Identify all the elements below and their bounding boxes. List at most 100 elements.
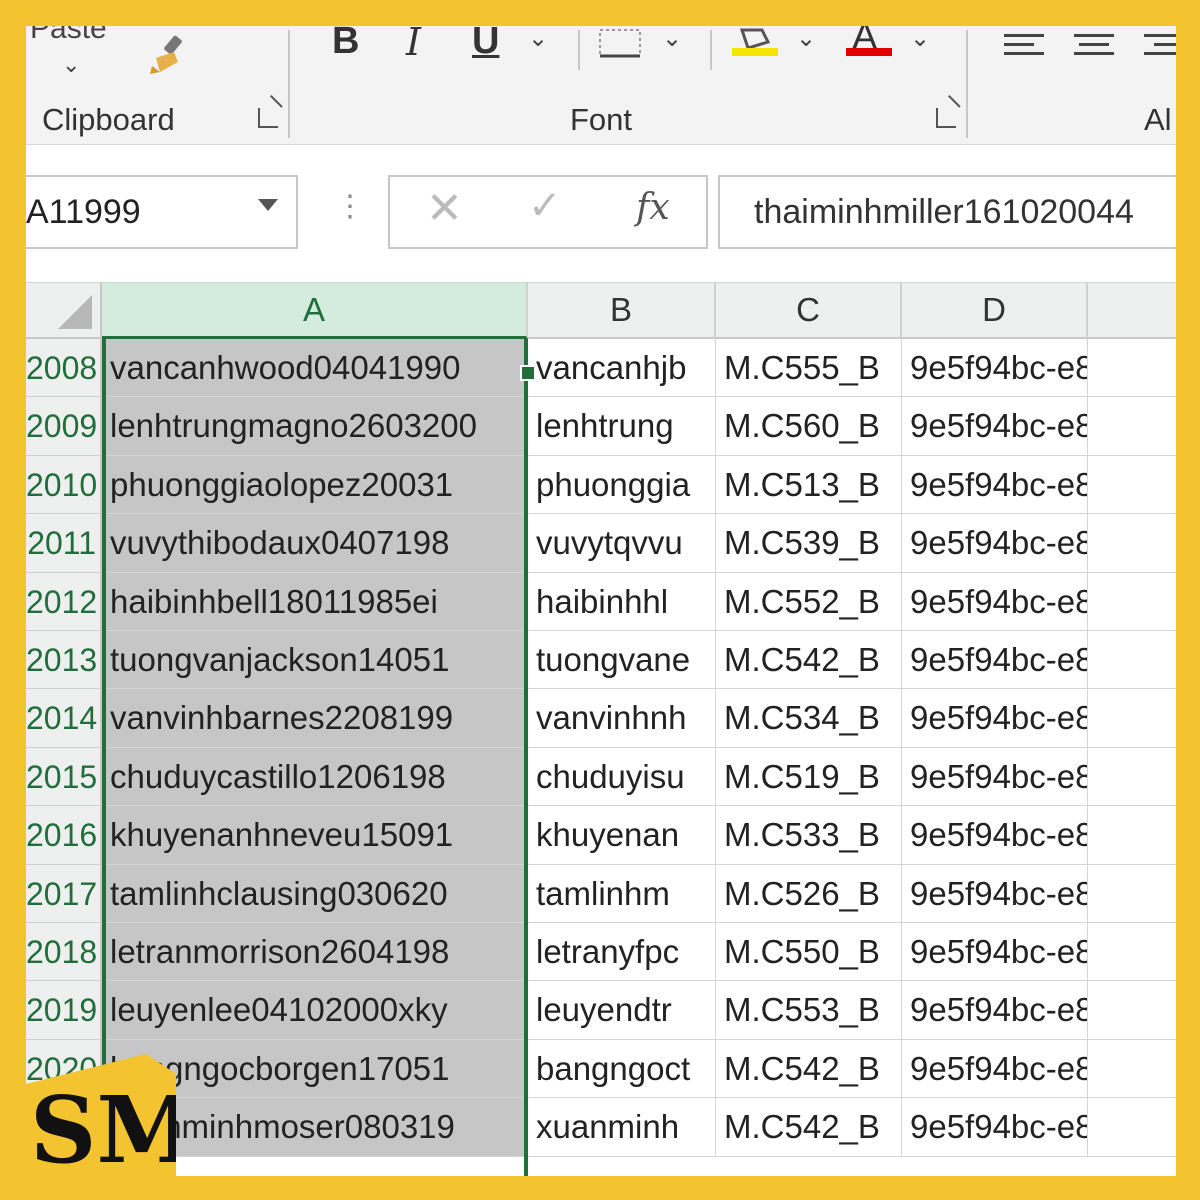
cell-b[interactable]: tuongvane	[528, 631, 716, 690]
cell-d[interactable]: 9e5f94bc-e8a4-	[902, 1039, 1088, 1099]
underline-button[interactable]: U	[472, 26, 499, 63]
cell-c[interactable]: M.C519_B	[716, 747, 902, 807]
row-header[interactable]: 2019	[26, 981, 102, 1040]
paste-dropdown-icon[interactable]: ⌄	[62, 52, 80, 78]
cell-d[interactable]: 9e5f94bc-e8a4-	[902, 572, 1088, 631]
cell-d[interactable]: 9e5f94bc-e8a4-	[902, 747, 1088, 807]
cell-a[interactable]: vuvythibodaux0407198	[102, 514, 528, 573]
cell-a[interactable]: khuyenanhneveu15091	[102, 806, 528, 865]
cell-e[interactable]	[1088, 631, 1176, 690]
cell-c[interactable]: M.C542_B	[716, 1098, 902, 1157]
cell-b[interactable]: letranyfpc	[528, 923, 716, 982]
cell-d[interactable]: 9e5f94bc-e8a4-	[902, 689, 1088, 748]
column-header-a[interactable]: A	[102, 283, 528, 339]
align-top-icon[interactable]	[1004, 34, 1044, 64]
cell-a[interactable]: haibinhbell18011985ei	[102, 572, 528, 631]
cell-a[interactable]: leuyenlee04102000xky	[102, 981, 528, 1040]
bold-button[interactable]: B	[332, 26, 359, 63]
cell-b[interactable]: vancanhjb	[528, 339, 716, 398]
cell-e[interactable]	[1088, 514, 1176, 573]
cell-b[interactable]: haibinhhl	[528, 572, 716, 631]
column-header-c[interactable]: C	[716, 283, 902, 339]
cell-e[interactable]	[1088, 456, 1176, 515]
row-header[interactable]: 2017	[26, 864, 102, 923]
cell-c[interactable]: M.C526_B	[716, 864, 902, 923]
cell-b[interactable]: chuduyisu	[528, 747, 716, 807]
cell-e[interactable]	[1088, 981, 1176, 1040]
row-header[interactable]: 2010	[26, 455, 102, 515]
cell-a[interactable]: letranmorrison2604198	[102, 923, 528, 982]
cell-c[interactable]: M.C513_B	[716, 455, 902, 515]
format-painter-icon[interactable]	[146, 32, 196, 76]
clipboard-dialog-launcher-icon[interactable]	[258, 108, 278, 128]
cancel-icon[interactable]: ✕	[426, 183, 463, 234]
cell-e[interactable]	[1088, 748, 1176, 807]
cell-a[interactable]: lenhtrungmagno2603200	[102, 397, 528, 456]
name-box[interactable]: A11999	[26, 175, 298, 249]
column-header-d[interactable]: D	[902, 283, 1088, 339]
cell-a[interactable]: chuduycastillo1206198	[102, 747, 528, 807]
cell-d[interactable]: 9e5f94bc-e8a4-	[902, 631, 1088, 690]
row-header[interactable]: 2012	[26, 572, 102, 631]
underline-dropdown-icon[interactable]: ⌄	[528, 26, 548, 53]
row-header[interactable]: 2014	[26, 689, 102, 748]
cell-e[interactable]	[1088, 573, 1176, 631]
cell-b[interactable]: tamlinhm	[528, 864, 716, 923]
cell-c[interactable]: M.C555_B	[716, 339, 902, 398]
formula-input[interactable]: thaiminhmiller161020044	[718, 175, 1176, 249]
paste-button-label[interactable]: Paste	[30, 26, 107, 46]
cell-d[interactable]: 9e5f94bc-e8a4-	[902, 397, 1088, 456]
cell-b[interactable]: xuanminh	[528, 1098, 716, 1157]
cell-b[interactable]: khuyenan	[528, 806, 716, 865]
cell-b[interactable]: vanvinhnh	[528, 689, 716, 748]
cell-c[interactable]: M.C552_B	[716, 572, 902, 631]
cell-b[interactable]: lenhtrung	[528, 397, 716, 456]
cell-a[interactable]: tamlinhclausing030620	[102, 864, 528, 923]
cell-b[interactable]: phuonggia	[528, 455, 716, 515]
worksheet-grid[interactable]: A B C D 2008 vancanhwood04041990 vancanhjb…	[26, 283, 1176, 1176]
cell-a[interactable]: vanvinhbarnes2208199	[102, 689, 528, 748]
font-dialog-launcher-icon[interactable]	[936, 108, 956, 128]
cell-b[interactable]: leuyendtr	[528, 981, 716, 1040]
cell-e[interactable]	[1088, 865, 1176, 923]
borders-dropdown-icon[interactable]: ⌄	[662, 26, 682, 53]
cell-e[interactable]	[1088, 397, 1176, 456]
row-header[interactable]: 2015	[26, 747, 102, 807]
select-all-button[interactable]	[26, 283, 102, 339]
row-header[interactable]: 2016	[26, 806, 102, 865]
cell-c[interactable]: M.C534_B	[716, 689, 902, 748]
italic-button[interactable]: I	[406, 26, 421, 64]
cell-a[interactable]: phuonggiaolopez20031	[102, 455, 528, 515]
formula-bar-resize-handle[interactable]	[335, 189, 365, 227]
cell-d[interactable]: 9e5f94bc-e8a4-	[902, 1098, 1088, 1157]
column-header-e[interactable]	[1088, 283, 1176, 339]
cell-c[interactable]: M.C560_B	[716, 397, 902, 456]
cell-c[interactable]: M.C539_B	[716, 514, 902, 573]
cell-d[interactable]: 9e5f94bc-e8a4-	[902, 514, 1088, 573]
cell-c[interactable]: M.C542_B	[716, 1039, 902, 1099]
cell-d[interactable]: 9e5f94bc-e8a4-	[902, 806, 1088, 865]
cell-e[interactable]	[1088, 1040, 1176, 1099]
cell-c[interactable]: M.C553_B	[716, 981, 902, 1040]
cell-d[interactable]: 9e5f94bc-e8a4-	[902, 981, 1088, 1040]
cell-b[interactable]: bangngoct	[528, 1039, 716, 1099]
cell-a[interactable]: tuongvanjackson14051	[102, 631, 528, 690]
cell-c[interactable]: M.C542_B	[716, 631, 902, 690]
row-header[interactable]: 2011	[26, 514, 102, 573]
row-header[interactable]: 2008	[26, 339, 102, 398]
cell-d[interactable]: 9e5f94bc-e8a4-	[902, 923, 1088, 982]
borders-icon[interactable]	[598, 26, 642, 60]
row-header[interactable]: 2009	[26, 397, 102, 456]
enter-icon[interactable]: ✓	[528, 183, 562, 229]
cell-e[interactable]	[1088, 1098, 1176, 1157]
row-header[interactable]: 2013	[26, 631, 102, 690]
name-box-dropdown-icon[interactable]	[258, 199, 278, 211]
cell-c[interactable]: M.C550_B	[716, 923, 902, 982]
align-middle-icon[interactable]	[1074, 34, 1114, 64]
cell-e[interactable]	[1088, 923, 1176, 982]
cell-a[interactable]: vancanhwood04041990	[102, 339, 528, 398]
cell-e[interactable]	[1088, 806, 1176, 865]
align-bottom-icon[interactable]	[1144, 34, 1176, 64]
row-header[interactable]: 2018	[26, 923, 102, 982]
cell-d[interactable]: 9e5f94bc-e8a4-	[902, 455, 1088, 515]
